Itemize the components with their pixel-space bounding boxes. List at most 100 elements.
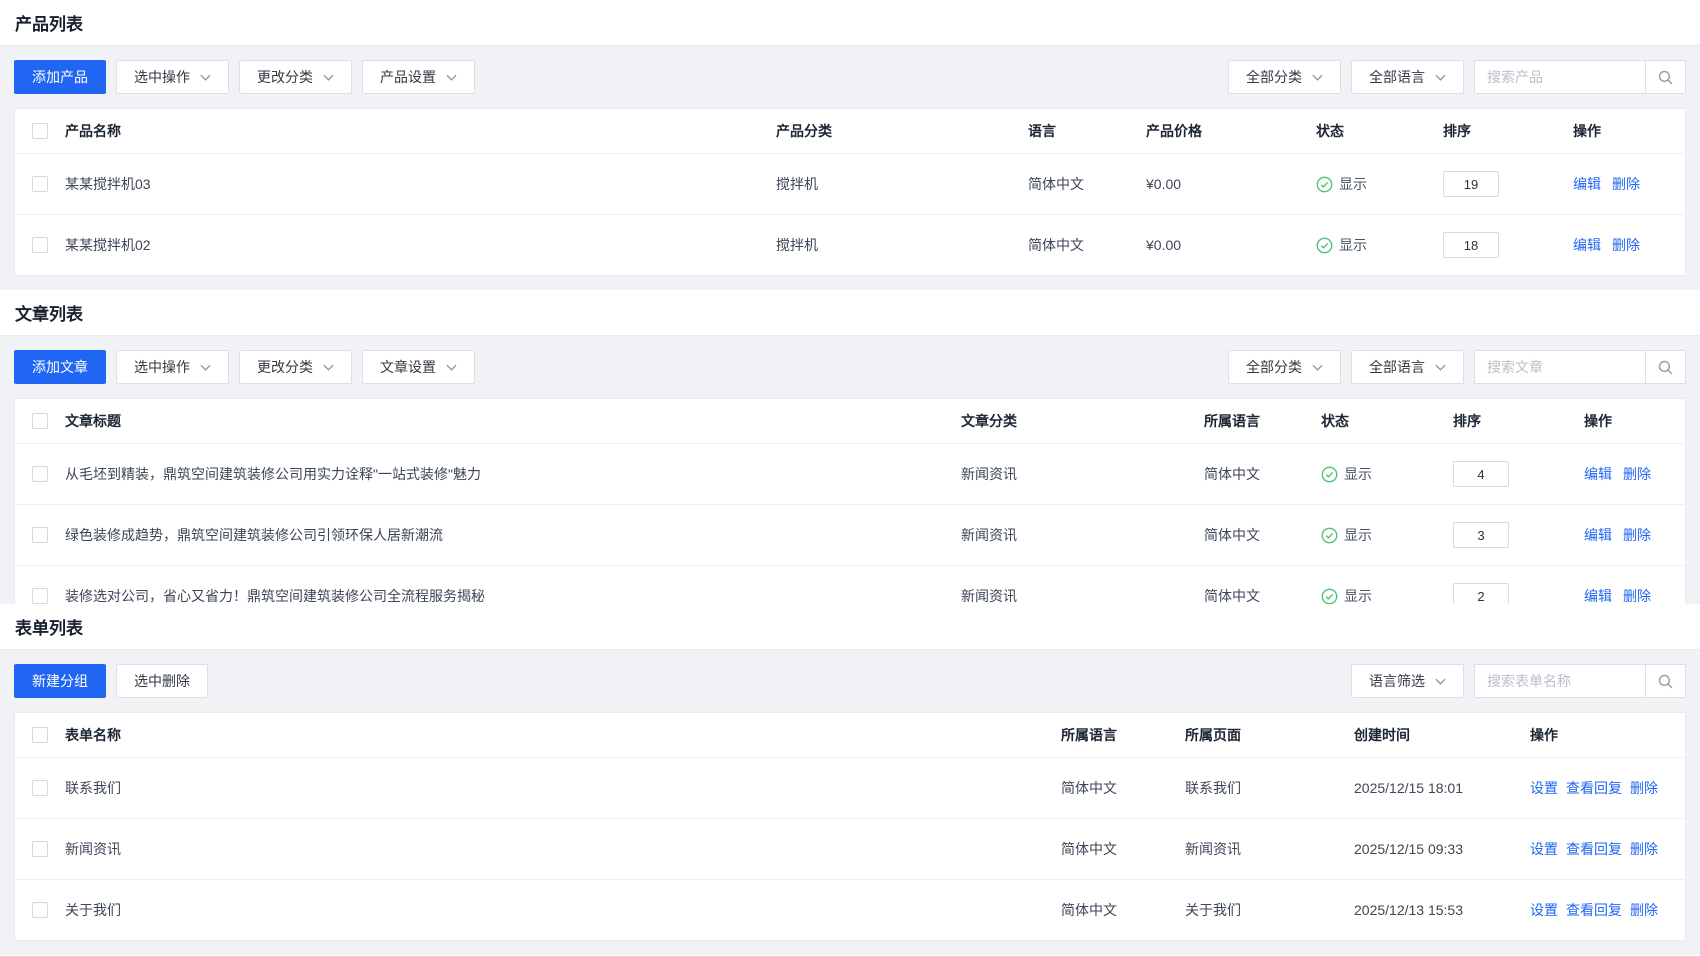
check-circle-icon [1316, 176, 1333, 193]
articles-table: 文章标题 文章分类 所属语言 状态 排序 操作 从毛坯到精装，鼎筑空间建筑装修公… [14, 398, 1686, 604]
form-search-input[interactable] [1474, 664, 1646, 698]
col-status: 状态 [1321, 411, 1453, 431]
cell-page: 新闻资讯 [1185, 839, 1354, 859]
add-article-button[interactable]: 添加文章 [14, 350, 106, 384]
chevron-down-icon [1312, 74, 1323, 81]
products-table: 产品名称 产品分类 语言 产品价格 状态 排序 操作 某某搅拌机03 搅拌机 简… [14, 108, 1686, 276]
cell-article-category: 新闻资讯 [961, 464, 1204, 484]
settings-link[interactable]: 设置 [1530, 839, 1558, 859]
delete-link[interactable]: 删除 [1630, 900, 1658, 920]
edit-link[interactable]: 编辑 [1573, 174, 1601, 194]
col-language: 语言 [1028, 121, 1146, 141]
forms-toolbar: 新建分组 选中删除 语言筛选 [14, 664, 1686, 698]
sort-input[interactable] [1443, 232, 1499, 258]
chevron-down-icon [1435, 678, 1446, 685]
check-circle-icon [1321, 466, 1338, 483]
delete-selected-button[interactable]: 选中删除 [116, 664, 208, 698]
row-checkbox[interactable] [32, 841, 48, 857]
bulk-action-dropdown[interactable]: 选中操作 [116, 60, 229, 94]
products-toolbar: 添加产品 选中操作 更改分类 产品设置 全部分类 全部语言 [14, 60, 1686, 94]
status-badge: 显示 [1321, 464, 1453, 484]
edit-link[interactable]: 编辑 [1584, 586, 1612, 604]
sort-input[interactable] [1453, 522, 1509, 548]
cell-language: 简体中文 [1028, 174, 1146, 194]
category-filter-dropdown[interactable]: 全部分类 [1228, 350, 1341, 384]
form-search [1474, 664, 1686, 698]
language-filter-label: 全部语言 [1369, 357, 1425, 377]
select-all-checkbox[interactable] [32, 123, 48, 139]
edit-link[interactable]: 编辑 [1584, 525, 1612, 545]
settings-link[interactable]: 设置 [1530, 900, 1558, 920]
sort-input[interactable] [1453, 461, 1509, 487]
chevron-down-icon [200, 364, 211, 371]
category-filter-dropdown[interactable]: 全部分类 [1228, 60, 1341, 94]
view-replies-link[interactable]: 查看回复 [1566, 839, 1622, 859]
article-settings-dropdown[interactable]: 文章设置 [362, 350, 475, 384]
sort-input[interactable] [1443, 171, 1499, 197]
row-checkbox[interactable] [32, 527, 48, 543]
product-search-input[interactable] [1474, 60, 1646, 94]
cell-article-category: 新闻资讯 [961, 586, 1204, 604]
chevron-down-icon [1312, 364, 1323, 371]
language-filter-label: 全部语言 [1369, 67, 1425, 87]
table-row: 从毛坯到精装，鼎筑空间建筑装修公司用实力诠释"一站式装修"魅力 新闻资讯 简体中… [15, 443, 1685, 504]
cell-page: 联系我们 [1185, 778, 1354, 798]
delete-link[interactable]: 删除 [1630, 839, 1658, 859]
delete-link[interactable]: 删除 [1612, 174, 1640, 194]
col-product-name: 产品名称 [65, 121, 776, 141]
delete-link[interactable]: 删除 [1623, 464, 1651, 484]
language-filter-dropdown[interactable]: 全部语言 [1351, 350, 1464, 384]
row-checkbox[interactable] [32, 237, 48, 253]
status-label: 显示 [1344, 464, 1372, 484]
edit-link[interactable]: 编辑 [1584, 464, 1612, 484]
cell-language: 简体中文 [1204, 586, 1321, 604]
cell-created: 2025/12/13 15:53 [1354, 902, 1530, 918]
chevron-down-icon [446, 74, 457, 81]
row-checkbox[interactable] [32, 902, 48, 918]
status-label: 显示 [1344, 586, 1372, 604]
select-all-checkbox[interactable] [32, 413, 48, 429]
product-settings-dropdown[interactable]: 产品设置 [362, 60, 475, 94]
table-row: 联系我们 简体中文 联系我们 2025/12/15 18:01 设置 查看回复 … [15, 757, 1685, 818]
language-filter-dropdown[interactable]: 语言筛选 [1351, 664, 1464, 698]
delete-link[interactable]: 删除 [1612, 235, 1640, 255]
status-badge: 显示 [1316, 174, 1443, 194]
edit-link[interactable]: 编辑 [1573, 235, 1601, 255]
cell-form-name: 关于我们 [65, 900, 1061, 920]
cell-page: 关于我们 [1185, 900, 1354, 920]
view-replies-link[interactable]: 查看回复 [1566, 900, 1622, 920]
col-sort: 排序 [1453, 411, 1584, 431]
chevron-down-icon [1435, 364, 1446, 371]
delete-link[interactable]: 删除 [1623, 525, 1651, 545]
row-checkbox[interactable] [32, 176, 48, 192]
select-all-checkbox[interactable] [32, 727, 48, 743]
change-category-dropdown[interactable]: 更改分类 [239, 60, 352, 94]
article-search-button[interactable] [1646, 350, 1686, 384]
bulk-action-dropdown[interactable]: 选中操作 [116, 350, 229, 384]
language-filter-label: 语言筛选 [1369, 671, 1425, 691]
row-checkbox[interactable] [32, 466, 48, 482]
add-group-button[interactable]: 新建分组 [14, 664, 106, 698]
status-label: 显示 [1339, 174, 1367, 194]
cell-product-category: 搅拌机 [776, 235, 1028, 255]
col-language: 所属语言 [1061, 725, 1185, 745]
product-search-button[interactable] [1646, 60, 1686, 94]
form-search-button[interactable] [1646, 664, 1686, 698]
language-filter-dropdown[interactable]: 全部语言 [1351, 60, 1464, 94]
row-checkbox[interactable] [32, 780, 48, 796]
forms-table-header: 表单名称 所属语言 所属页面 创建时间 操作 [15, 713, 1685, 757]
row-checkbox[interactable] [32, 588, 48, 604]
add-product-button[interactable]: 添加产品 [14, 60, 106, 94]
table-row: 装修选对公司，省心又省力！鼎筑空间建筑装修公司全流程服务揭秘 新闻资讯 简体中文… [15, 565, 1685, 604]
article-search-input[interactable] [1474, 350, 1646, 384]
change-category-dropdown[interactable]: 更改分类 [239, 350, 352, 384]
delete-link[interactable]: 删除 [1623, 586, 1651, 604]
status-label: 显示 [1344, 525, 1372, 545]
delete-link[interactable]: 删除 [1630, 778, 1658, 798]
view-replies-link[interactable]: 查看回复 [1566, 778, 1622, 798]
sort-input[interactable] [1453, 583, 1509, 604]
cell-article-title: 装修选对公司，省心又省力！鼎筑空间建筑装修公司全流程服务揭秘 [65, 586, 961, 604]
status-label: 显示 [1339, 235, 1367, 255]
cell-language: 简体中文 [1061, 778, 1185, 798]
settings-link[interactable]: 设置 [1530, 778, 1558, 798]
